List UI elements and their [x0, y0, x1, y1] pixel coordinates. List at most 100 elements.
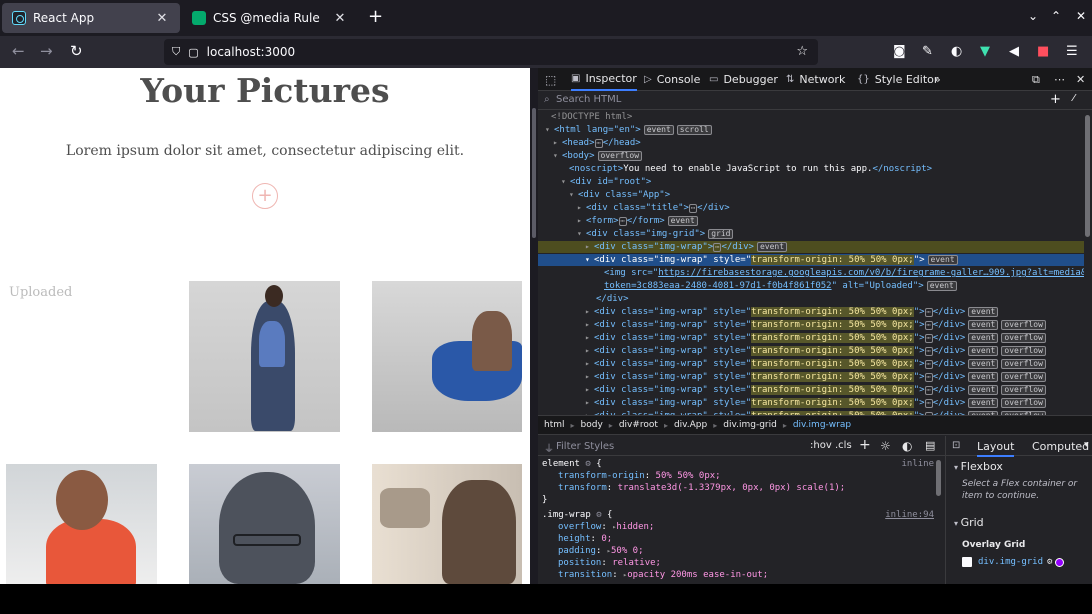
- hamburger-menu-icon[interactable]: ☰: [1066, 44, 1078, 59]
- tree-line-app[interactable]: ▾ <div class="App">: [538, 189, 1084, 201]
- rule-prop[interactable]: transform: translate3d(-1.3379px, 0px, 0…: [538, 482, 938, 494]
- close-tab-icon[interactable]: ✕: [332, 11, 348, 26]
- light-theme-icon[interactable]: ☼: [880, 439, 891, 453]
- element-picker-icon[interactable]: ⬚: [545, 68, 561, 91]
- tab-inspector[interactable]: ▣ Inspector: [571, 68, 637, 91]
- close-window-icon[interactable]: ✕: [1076, 9, 1086, 23]
- html-search-input[interactable]: Search HTML: [556, 94, 621, 105]
- tree-line-img-wrap-hover[interactable]: ▸ <div class="img-wrap"> ⋯ </div> event: [538, 241, 1084, 253]
- tree-line-close-div[interactable]: </div>: [538, 293, 1084, 305]
- reload-icon[interactable]: ↻: [70, 42, 83, 60]
- tree-line-img-wrap[interactable]: ▸<div class="img-wrap" style="transform-…: [538, 345, 1084, 357]
- flexbox-section-header[interactable]: ▾ Flexbox: [954, 460, 1003, 473]
- photo-man-holding-child[interactable]: [189, 281, 340, 432]
- photo-smiling-child[interactable]: [6, 464, 157, 584]
- tree-line-img-wrap[interactable]: ▸<div class="img-wrap" style="transform-…: [538, 319, 1084, 331]
- markup-scrollbar-thumb[interactable]: [1085, 115, 1090, 237]
- tab-network[interactable]: ⇅ Network: [786, 68, 845, 91]
- rules-scrollbar-thumb[interactable]: [936, 460, 941, 496]
- breadcrumb-body[interactable]: body: [575, 420, 609, 430]
- tree-line-img-grid[interactable]: ▾ <div class="img-grid"> grid: [538, 228, 1084, 240]
- list-all-tabs-chevron-icon[interactable]: ⌄: [1028, 9, 1038, 23]
- breadcrumb-html[interactable]: html: [538, 420, 571, 430]
- tree-line-body[interactable]: ▾ <body> overflow: [538, 150, 1084, 162]
- wrench-icon[interactable]: ✎: [922, 44, 933, 59]
- tree-line-root[interactable]: ▾ <div id="root">: [538, 176, 1084, 188]
- tree-line-img-wrap[interactable]: ▸<div class="img-wrap" style="transform-…: [538, 358, 1084, 370]
- breadcrumb-img-wrap[interactable]: div.img-wrap: [787, 420, 857, 430]
- tab-computed[interactable]: Computed: [1032, 440, 1089, 453]
- new-tab-plus-icon[interactable]: +: [368, 8, 383, 26]
- url-text[interactable]: localhost:3000: [207, 45, 295, 59]
- tree-line-noscript[interactable]: <noscript>You need to enable JavaScript …: [538, 163, 1084, 175]
- add-image-button[interactable]: +: [252, 183, 278, 209]
- tab-layout[interactable]: Layout: [977, 440, 1015, 457]
- tree-line-img-wrap[interactable]: ▸<div class="img-wrap" style="transform-…: [538, 371, 1084, 383]
- breadcrumb-img-grid[interactable]: div.img-grid: [717, 420, 783, 430]
- dock-side-icon[interactable]: ⧉: [1032, 68, 1040, 91]
- rule-element-header[interactable]: element ⚙ {inline: [538, 458, 938, 470]
- rule-img-wrap-header[interactable]: .img-wrap ⚙ {inline:94: [538, 509, 938, 521]
- html-search-bar[interactable]: ⌕ Search HTML + ⁄: [538, 92, 1092, 110]
- bookmark-star-icon[interactable]: ☆: [796, 44, 808, 59]
- rule-prop[interactable]: position: relative;: [538, 557, 938, 569]
- hover-pseudo-toggle[interactable]: :hov: [810, 440, 832, 451]
- markup-scrollbar[interactable]: [1084, 111, 1092, 415]
- rule-prop[interactable]: height: 0;: [538, 533, 938, 545]
- eyedropper-icon[interactable]: ⁄: [1073, 93, 1075, 104]
- filter-styles-input[interactable]: Filter Styles: [556, 441, 614, 452]
- tree-line-img[interactable]: <img src="https://firebasestorage.google…: [538, 267, 1084, 279]
- rule-prop[interactable]: transition: ▸opacity 200ms ease-in-out;: [538, 569, 938, 581]
- close-tab-icon[interactable]: ✕: [154, 11, 170, 26]
- add-node-icon[interactable]: +: [1050, 92, 1061, 107]
- grid-color-swatch[interactable]: [1055, 557, 1065, 567]
- rule-prop[interactable]: transform-origin: 50% 50% 0px;: [538, 470, 938, 482]
- tree-line-form[interactable]: ▸ <form> ⋯ </form> event: [538, 215, 1084, 227]
- highlight-grid-icon[interactable]: ⚙: [1047, 557, 1052, 567]
- photo-man-with-glasses[interactable]: [189, 464, 340, 584]
- addon-red-icon[interactable]: ■: [1037, 44, 1049, 59]
- page-info-icon[interactable]: ▢: [188, 46, 198, 59]
- address-bar[interactable]: ⛉ ▢ localhost:3000 ☆: [164, 39, 818, 65]
- breadcrumb-app[interactable]: div.App: [668, 420, 713, 430]
- add-rule-icon[interactable]: +: [859, 437, 871, 453]
- tree-line-head[interactable]: ▸ <head> ⋯ </head>: [538, 137, 1084, 149]
- rule-prop[interactable]: padding: ▸50% 0;: [538, 545, 938, 557]
- tree-line-img-wrap[interactable]: ▸<div class="img-wrap" style="transform-…: [538, 332, 1084, 344]
- tree-line-img-wrap[interactable]: ▸<div class="img-wrap" style="transform-…: [538, 384, 1084, 396]
- tab-style-editor[interactable]: {} Style Editor: [857, 68, 938, 91]
- toggle-sidebar-icon[interactable]: ⊡: [952, 440, 960, 451]
- tree-line-img-wrap[interactable]: ▸<div class="img-wrap" style="transform-…: [538, 306, 1084, 318]
- grid-section-header[interactable]: ▾ Grid: [954, 516, 984, 529]
- speaker-icon[interactable]: ◀: [1009, 44, 1019, 59]
- rule-prop[interactable]: overflow: ▸hidden;: [538, 521, 938, 533]
- tree-line-img-wrap[interactable]: ▸<div class="img-wrap" style="transform-…: [538, 397, 1084, 409]
- devtools-splitter[interactable]: [530, 68, 538, 584]
- tab-css-media-rule[interactable]: CSS @media Rule ✕: [182, 3, 358, 33]
- broken-image-alt-text[interactable]: Uploaded: [9, 285, 72, 300]
- tab-debugger[interactable]: ▭ Debugger: [709, 68, 778, 91]
- tracking-shield-icon[interactable]: ⛉: [172, 45, 180, 59]
- page-scrollbar-thumb[interactable]: [532, 108, 536, 238]
- back-arrow-icon[interactable]: ←: [12, 42, 25, 60]
- extension-icon[interactable]: ◐: [951, 44, 962, 59]
- overlay-grid-item[interactable]: div.img-grid ⚙: [962, 557, 1065, 567]
- tab-console[interactable]: ▷ Console: [644, 68, 700, 91]
- breadcrumb-root[interactable]: div#root: [613, 420, 664, 430]
- minimize-window-icon[interactable]: ⌃: [1051, 9, 1061, 23]
- tree-line-doctype[interactable]: <!DOCTYPE html>: [538, 111, 1084, 123]
- addon-badge-icon[interactable]: ▼: [980, 44, 990, 59]
- pocket-icon[interactable]: ◙: [893, 44, 906, 59]
- dark-theme-icon[interactable]: ◐: [902, 439, 912, 453]
- tree-line-img-wrap-selected[interactable]: ▾ <div class="img-wrap" style="transform-…: [538, 254, 1084, 266]
- tab-react-app[interactable]: React App ✕: [2, 3, 180, 33]
- close-devtools-icon[interactable]: ✕: [1076, 68, 1085, 91]
- tree-line-html[interactable]: ▾ <html lang="en"> event scroll: [538, 124, 1084, 136]
- photo-illustrated-poster[interactable]: [372, 464, 522, 584]
- more-panels-chevron-icon[interactable]: ▾: [1084, 440, 1089, 450]
- print-media-icon[interactable]: ▤: [925, 439, 935, 452]
- photo-boy-on-scooter[interactable]: [372, 281, 522, 432]
- devtools-menu-icon[interactable]: ⋯: [1054, 68, 1065, 91]
- class-toggle[interactable]: .cls: [835, 440, 852, 451]
- rule-source-link[interactable]: inline:94: [885, 509, 934, 521]
